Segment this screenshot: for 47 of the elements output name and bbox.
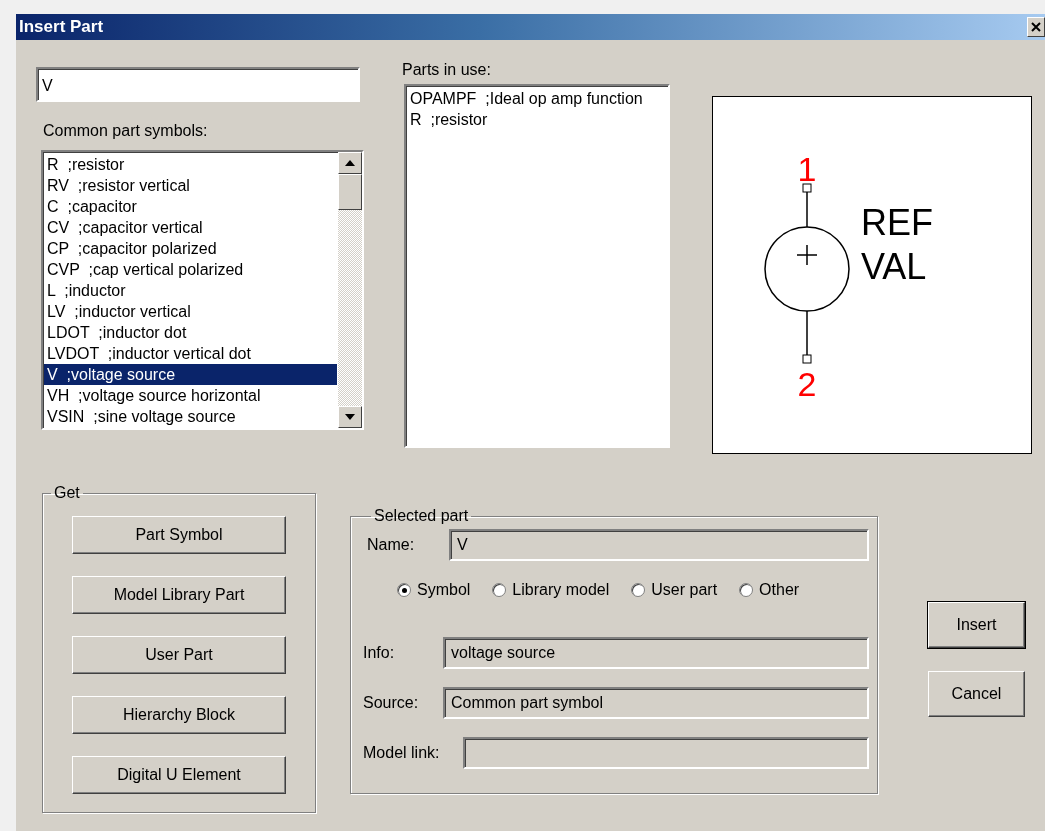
get-button[interactable]: Model Library Part	[72, 576, 286, 614]
value-label: VAL	[861, 246, 927, 287]
name-field[interactable]: V	[449, 529, 869, 561]
list-item[interactable]: LV ;inductor vertical	[44, 301, 337, 322]
list-item[interactable]: R ;resistor	[407, 109, 667, 130]
ref-label: REF	[861, 202, 933, 243]
list-label: Common part symbols:	[43, 122, 209, 140]
radio-label: User part	[651, 581, 718, 599]
radio-label: Symbol	[417, 581, 471, 599]
list-item[interactable]: CVP ;cap vertical polarized	[44, 259, 337, 280]
radio-label: Other	[759, 581, 800, 599]
field-label: Info:	[363, 644, 396, 662]
window-title: Insert Part	[18, 17, 104, 37]
radio-option[interactable]: Other	[739, 581, 800, 599]
group-title: Get	[53, 484, 81, 502]
list-item[interactable]: C ;capacitor	[44, 196, 337, 217]
radio-option[interactable]: User part	[631, 581, 718, 599]
list-item[interactable]: OPAMPF ;Ideal op amp function	[407, 88, 667, 109]
get-button[interactable]: Hierarchy Block	[72, 696, 286, 734]
pin-number: 2	[797, 365, 817, 403]
list-label: Parts in use:	[402, 61, 492, 79]
info-field[interactable]: Common part symbol	[443, 687, 869, 719]
list-item[interactable]: LVDOT ;inductor vertical dot	[44, 343, 337, 364]
field-label: Model link:	[363, 744, 441, 762]
pin-number: 1	[797, 150, 817, 188]
list-item[interactable]: CP ;capacitor polarized	[44, 238, 337, 259]
field-label: Source:	[363, 694, 420, 712]
list-item[interactable]: RV ;resistor vertical	[44, 175, 337, 196]
list-item[interactable]: VH ;voltage source horizontal	[44, 385, 337, 406]
list-item[interactable]: CV ;capacitor vertical	[44, 217, 337, 238]
list-item[interactable]: LDOT ;inductor dot	[44, 322, 337, 343]
dialog-button[interactable]: Cancel	[928, 671, 1025, 717]
get-button[interactable]: Part Symbol	[72, 516, 286, 554]
search-field[interactable]: V	[36, 67, 360, 102]
get-button[interactable]: Digital U Element	[72, 756, 286, 794]
group-title: Selected part	[373, 507, 470, 525]
field-label: Name:	[367, 536, 416, 554]
list-item[interactable]: R ;resistor	[44, 154, 337, 175]
radio-option[interactable]: Library model	[492, 581, 610, 599]
radio-option[interactable]: Symbol	[397, 581, 471, 599]
get-button[interactable]: User Part	[72, 636, 286, 674]
radio-label: Library model	[512, 581, 610, 599]
list-item[interactable]: V ;voltage source	[44, 364, 337, 385]
dialog-button[interactable]: Insert	[928, 602, 1025, 648]
info-field[interactable]: voltage source	[443, 637, 869, 669]
list-item[interactable]: L ;inductor	[44, 280, 337, 301]
list-item[interactable]: VSIN ;sine voltage source	[44, 406, 337, 427]
